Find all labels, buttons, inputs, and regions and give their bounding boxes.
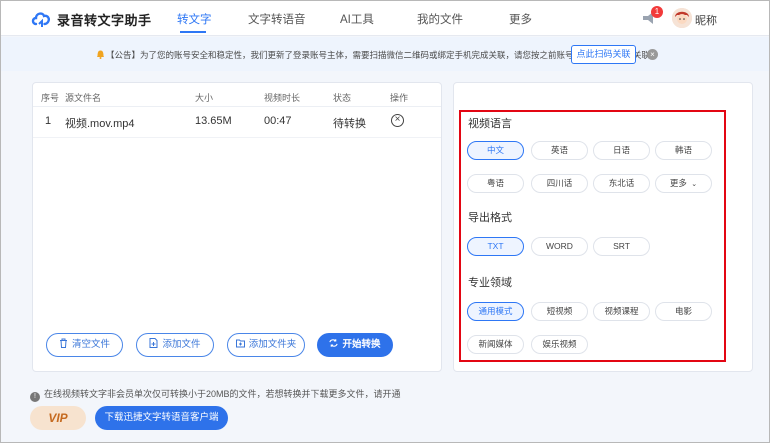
vip-button[interactable]: VIP <box>30 406 86 430</box>
format-option-word[interactable]: WORD <box>531 237 588 256</box>
language-option-sichuanese[interactable]: 四川话 <box>531 174 588 193</box>
language-option-english[interactable]: 英语 <box>531 141 588 160</box>
add-file-button[interactable]: 添加文件 <box>136 333 214 357</box>
nav-active-indicator <box>180 31 206 33</box>
info-icon: ! <box>30 392 40 402</box>
add-folder-icon <box>235 339 245 348</box>
delete-file-icon[interactable]: × <box>391 114 404 127</box>
top-bar: 录音转文字助手 转文字 文字转语音 AI工具 我的文件 更多 1 昵称 <box>1 1 769 36</box>
start-convert-label: 开始转换 <box>342 339 381 350</box>
language-option-korean[interactable]: 韩语 <box>655 141 712 160</box>
membership-info: ! 在线视频转文字非会员单次仅可转换小于20MB的文件，若想转换并下载更多文件，请… <box>30 387 401 402</box>
domain-option-movie[interactable]: 电影 <box>655 302 712 321</box>
language-more-label: 更多 <box>669 178 687 188</box>
row-size: 13.65M <box>195 115 232 127</box>
header-divider <box>33 106 441 107</box>
add-folder-button[interactable]: 添加文件夹 <box>227 333 305 357</box>
professional-domain-title: 专业领域 <box>468 277 512 289</box>
user-nickname[interactable]: 昵称 <box>695 12 717 28</box>
row-status: 待转换 <box>333 118 366 130</box>
domain-option-general[interactable]: 通用模式 <box>467 302 524 321</box>
download-client-button[interactable]: 下载迅捷文字转语音客户端 <box>95 406 228 430</box>
add-file-label: 添加文件 <box>162 339 201 350</box>
convert-icon <box>329 339 339 347</box>
close-icon[interactable]: × <box>647 49 658 60</box>
avatar-face-icon <box>672 8 692 28</box>
scan-link-button[interactable]: 点此扫码关联 <box>571 45 636 64</box>
clear-files-label: 清空文件 <box>71 339 110 350</box>
cloud-logo-icon <box>31 12 50 27</box>
column-header-index: 序号 <box>41 93 60 103</box>
add-folder-label: 添加文件夹 <box>248 339 297 350</box>
domain-option-short-video[interactable]: 短视频 <box>531 302 588 321</box>
nav-tab-my-files[interactable]: 我的文件 <box>417 11 463 27</box>
nav-tab-transcribe[interactable]: 转文字 <box>177 11 212 27</box>
trash-icon <box>59 338 67 348</box>
row-divider <box>33 137 441 138</box>
language-option-northeastern[interactable]: 东北话 <box>593 174 650 193</box>
nav-tab-ai-tools[interactable]: AI工具 <box>340 11 374 27</box>
domain-option-video-course[interactable]: 视频课程 <box>593 302 650 321</box>
bell-icon <box>97 50 104 59</box>
row-filename: 视频.mov.mp4 <box>65 118 135 130</box>
column-header-filename: 源文件名 <box>65 93 102 103</box>
nav-tab-more[interactable]: 更多 <box>509 11 532 27</box>
start-convert-button[interactable]: 开始转换 <box>317 333 393 357</box>
domain-option-news-media[interactable]: 新闻媒体 <box>467 335 524 354</box>
notification-badge: 1 <box>651 6 663 18</box>
add-file-icon <box>149 338 158 348</box>
chevron-down-icon: ⌄ <box>691 181 698 188</box>
column-header-actions: 操作 <box>390 93 409 103</box>
row-duration: 00:47 <box>264 115 292 127</box>
clear-files-button[interactable]: 清空文件 <box>46 333 123 357</box>
language-option-japanese[interactable]: 日语 <box>593 141 650 160</box>
language-option-chinese[interactable]: 中文 <box>467 141 524 160</box>
avatar[interactable] <box>672 8 692 28</box>
app-title: 录音转文字助手 <box>57 13 152 28</box>
domain-option-entertainment[interactable]: 娱乐视频 <box>531 335 588 354</box>
language-more-dropdown[interactable]: 更多 ⌄ <box>655 174 712 193</box>
column-header-duration: 视频时长 <box>264 93 301 103</box>
format-option-txt[interactable]: TXT <box>467 237 524 256</box>
membership-info-text: 在线视频转文字非会员单次仅可转换小于20MB的文件，若想转换并下载更多文件，请开… <box>44 389 401 399</box>
notice-bar: 【公告】为了您的账号安全和稳定性，我们更新了登录账号主体，需要扫描微信二维码或绑… <box>1 37 769 71</box>
language-option-cantonese[interactable]: 粤语 <box>467 174 524 193</box>
format-option-srt[interactable]: SRT <box>593 237 650 256</box>
video-language-title: 视频语言 <box>468 118 512 130</box>
export-format-title: 导出格式 <box>468 212 512 224</box>
column-header-status: 状态 <box>333 93 352 103</box>
row-index: 1 <box>45 115 52 127</box>
file-list-panel: 序号 源文件名 大小 视频时长 状态 操作 1 视频.mov.mp4 13.65… <box>32 82 442 372</box>
column-header-size: 大小 <box>195 93 214 103</box>
nav-tab-text-to-speech[interactable]: 文字转语音 <box>248 11 306 27</box>
